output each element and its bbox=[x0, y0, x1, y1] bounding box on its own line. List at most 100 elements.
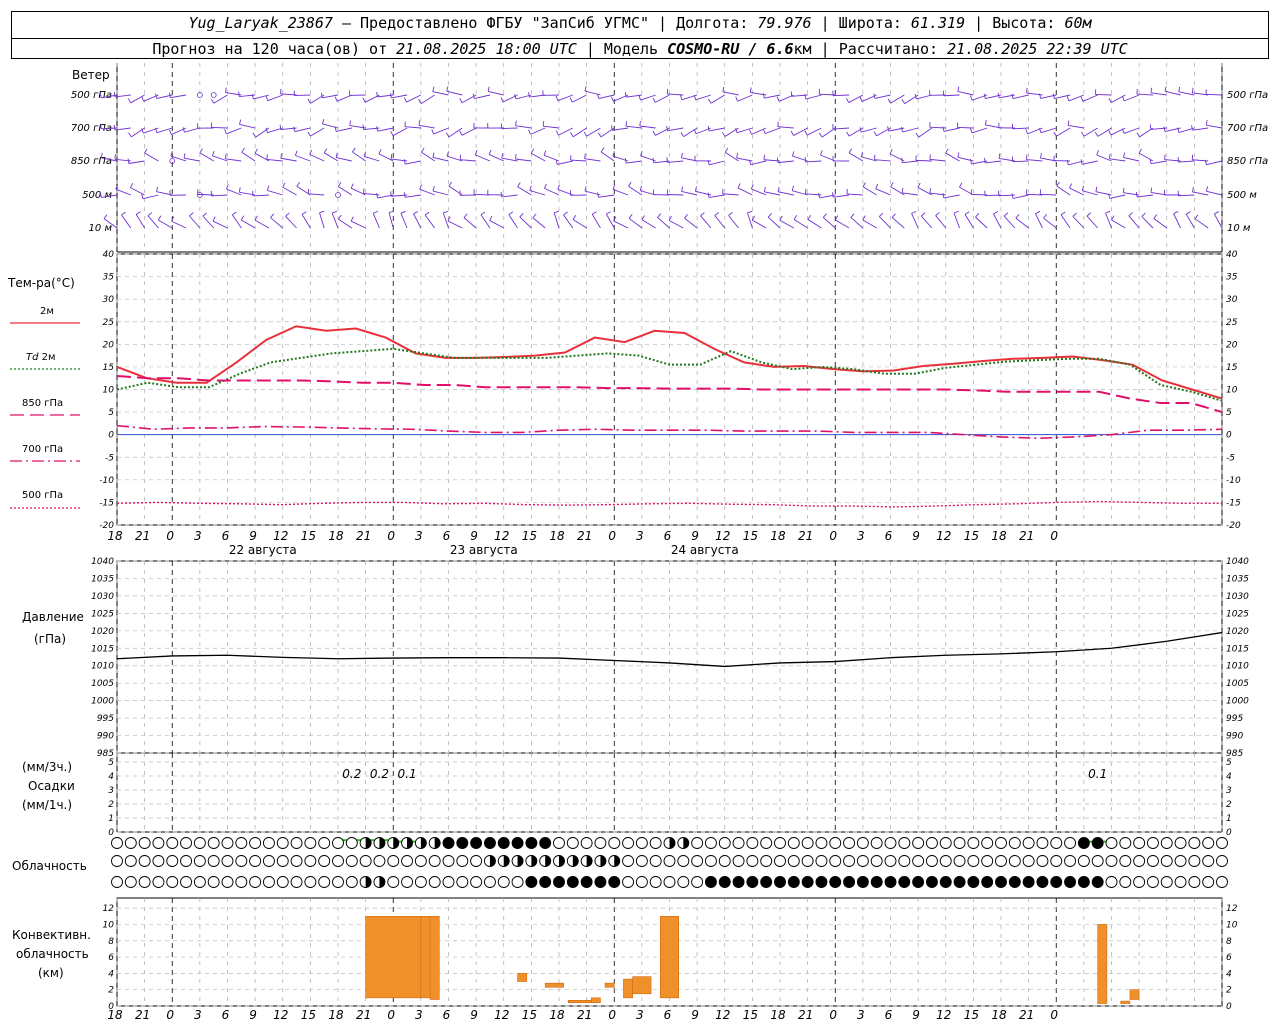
cloud-symbol bbox=[925, 855, 938, 867]
wind-barb-feather bbox=[169, 129, 172, 135]
cloud-symbol bbox=[787, 876, 800, 888]
cloud-symbol bbox=[207, 876, 220, 888]
wind-barb bbox=[405, 160, 421, 165]
wind-barb-feather bbox=[891, 213, 896, 218]
wind-level-label-right: 700 гПа bbox=[1227, 123, 1268, 134]
wind-barb bbox=[211, 194, 228, 197]
cloud-symbol-fill bbox=[489, 855, 496, 867]
cloud-symbol bbox=[1216, 855, 1228, 867]
wind-barb bbox=[833, 194, 850, 198]
cloud-symbol bbox=[193, 876, 206, 888]
hour-label-bottom: 21 bbox=[577, 1008, 592, 1022]
cloud-symbol bbox=[981, 837, 994, 849]
cloud-symbol bbox=[649, 837, 662, 849]
cloud-symbol bbox=[580, 876, 593, 888]
cloud-symbol bbox=[856, 837, 869, 849]
wind-barb-feather bbox=[878, 212, 884, 217]
wind-barb bbox=[957, 91, 974, 96]
wind-barb bbox=[1109, 158, 1126, 162]
wind-barb-feather bbox=[389, 92, 392, 99]
wind-barb-feather bbox=[597, 192, 599, 198]
wind-barb-feather bbox=[807, 214, 811, 220]
wind-barb bbox=[1173, 213, 1181, 229]
precip-tick-right: 1 bbox=[1226, 814, 1232, 824]
wind-barb bbox=[657, 217, 670, 229]
hour-label-top: 15 bbox=[301, 529, 316, 543]
wind-barb-feather bbox=[350, 216, 354, 222]
cloud-symbol bbox=[677, 876, 690, 888]
temp-tick-left: 30 bbox=[103, 295, 115, 305]
wind-barb-feather bbox=[500, 97, 504, 103]
wind-barb bbox=[747, 212, 753, 229]
wind-barb-feather bbox=[202, 212, 207, 217]
hour-label-bottom: 0 bbox=[166, 1008, 174, 1022]
wind-barb bbox=[1012, 127, 1029, 130]
wind-barb-feather bbox=[1043, 213, 1048, 219]
cloud-symbol bbox=[635, 876, 648, 888]
wind-barb-feather bbox=[241, 147, 245, 153]
wind-barb-feather bbox=[557, 184, 560, 190]
pressure-tick-left: 1020 bbox=[91, 627, 114, 637]
cloud-symbol bbox=[704, 876, 717, 888]
wind-barb bbox=[985, 160, 1002, 164]
wind-barb-feather bbox=[736, 153, 739, 159]
hour-label-bottom: 0 bbox=[387, 1008, 395, 1022]
wind-barb-feather bbox=[777, 186, 780, 192]
hour-label-top: 18 bbox=[991, 529, 1007, 543]
cloud-symbol bbox=[829, 855, 842, 867]
wind-barb bbox=[1178, 194, 1195, 197]
pressure-tick-right: 990 bbox=[1226, 732, 1243, 742]
cloud-symbol bbox=[207, 837, 220, 849]
wind-barb bbox=[211, 127, 228, 129]
wind-barb-feather bbox=[1081, 131, 1085, 137]
wind-barb-feather bbox=[860, 151, 863, 157]
wind-barb-feather bbox=[1025, 129, 1028, 135]
hour-label-bottom: 3 bbox=[194, 1008, 202, 1022]
wind-barb-feather bbox=[459, 130, 463, 136]
pressure-tick-right: 1010 bbox=[1226, 662, 1249, 672]
wind-barb bbox=[848, 152, 864, 162]
wind-barb-feather bbox=[265, 95, 269, 101]
wind-barb bbox=[1015, 217, 1029, 229]
hour-label-bottom: 9 bbox=[470, 1008, 478, 1022]
wind-barb bbox=[474, 94, 491, 99]
wind-barb-feather bbox=[1096, 150, 1099, 156]
wind-barb bbox=[1056, 185, 1071, 196]
cloud-symbol bbox=[276, 876, 289, 888]
cloud-symbol bbox=[1105, 837, 1118, 849]
wind-barb-feather bbox=[850, 213, 855, 218]
cloud-symbol bbox=[152, 855, 165, 867]
wind-barb bbox=[189, 215, 201, 229]
temp-tick-right: 5 bbox=[1226, 408, 1232, 418]
hour-label-top: 18 bbox=[770, 529, 786, 543]
wind-barb-feather bbox=[332, 210, 338, 214]
wind-barb-feather bbox=[157, 215, 162, 221]
conv-tick-right: 12 bbox=[1226, 904, 1238, 914]
wind-barb bbox=[563, 214, 574, 229]
cloud-symbol bbox=[995, 876, 1007, 888]
cloud-symbol bbox=[1202, 876, 1215, 888]
wind-barb-feather bbox=[776, 157, 779, 163]
cloud-symbol bbox=[774, 855, 786, 867]
wind-barb-feather bbox=[141, 193, 144, 199]
cloud-symbol bbox=[1036, 837, 1049, 849]
cloud-symbol bbox=[898, 855, 911, 867]
wind-barb-feather bbox=[707, 125, 710, 132]
conv-bar bbox=[659, 916, 680, 999]
wind-barb-feather bbox=[1123, 152, 1126, 158]
wind-barb-feather bbox=[873, 131, 877, 137]
wind-barb-feather bbox=[569, 97, 573, 103]
wind-barb-feather bbox=[681, 186, 684, 192]
conv-bar bbox=[429, 916, 440, 1000]
wind-barb-feather bbox=[610, 96, 614, 102]
cloud-symbol bbox=[442, 876, 455, 888]
wind-barb-feather bbox=[280, 153, 283, 159]
wind-barb-feather bbox=[624, 158, 627, 164]
cloud-symbol bbox=[1174, 876, 1187, 888]
conv-bar bbox=[517, 973, 528, 982]
wind-barb bbox=[121, 214, 132, 229]
hour-label-top: 6 bbox=[222, 529, 230, 543]
temp-tick-left: 25 bbox=[103, 318, 115, 328]
wind-barb bbox=[418, 124, 435, 129]
cloud-symbol bbox=[318, 837, 331, 849]
